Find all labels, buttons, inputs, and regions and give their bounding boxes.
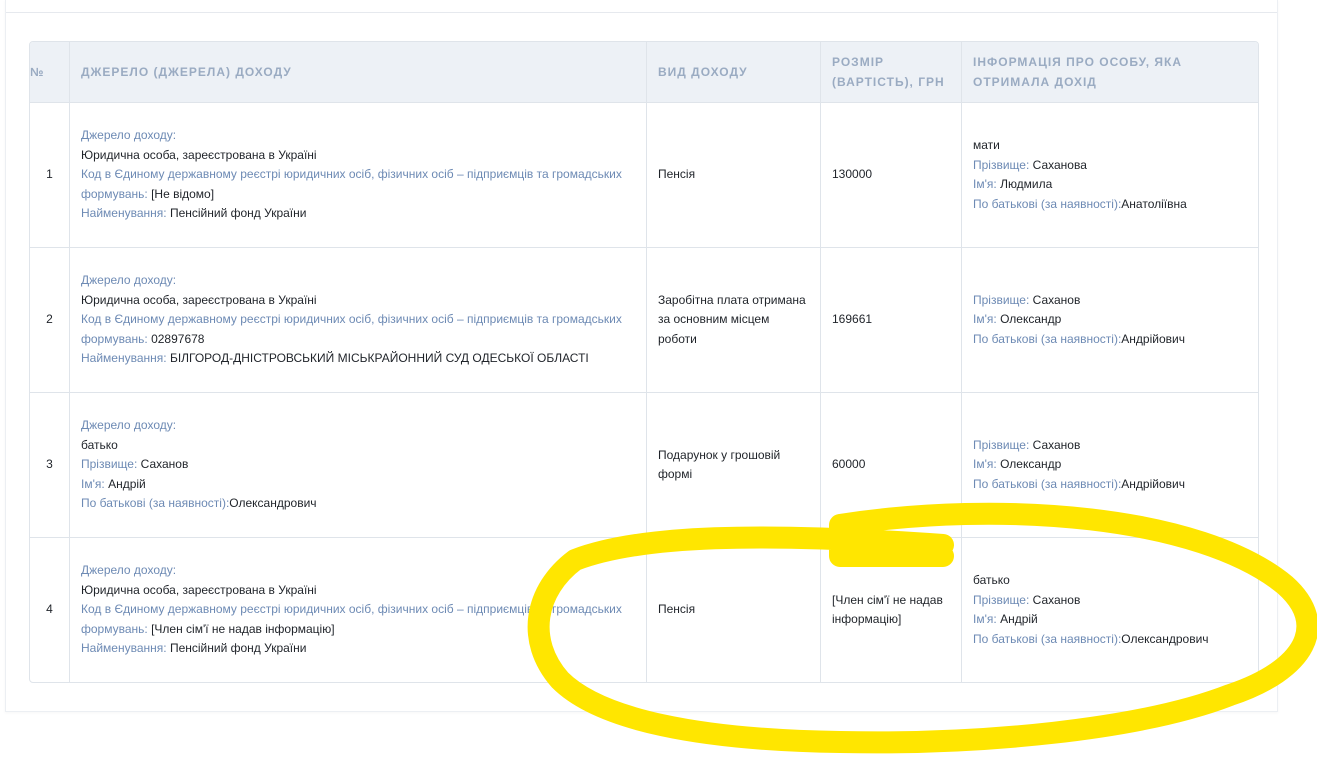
recipient-relation: батько: [973, 573, 1010, 587]
income-card: № Джерело (джерела) доходу Вид доходу Ро…: [5, 0, 1278, 712]
patronymic-value: Анатоліївна: [1121, 196, 1187, 211]
table-row: 3 Джерело доходу: батько Прізвище: Сахан…: [30, 393, 1258, 538]
patronymic-value: Андрійович: [1121, 331, 1185, 346]
recipient-relation: мати: [973, 138, 1000, 152]
surname-value: Саханов: [140, 457, 189, 472]
recipient-cell: Прізвище: Саханов Ім'я: Олександр По бат…: [962, 248, 1258, 393]
income-amount-cell: 169661: [821, 248, 962, 393]
source-label: Джерело доходу:: [81, 128, 177, 143]
table-row: 1 Джерело доходу: Юридична особа, зареєс…: [30, 103, 1258, 248]
income-type-cell: Подарунок у грошовій формі: [647, 393, 821, 538]
patronymic-label: По батькові (за наявності):: [973, 331, 1122, 346]
surname-value: Саханов: [1032, 592, 1081, 607]
patronymic-label: По батькові (за наявності):: [81, 496, 230, 511]
source-name-label: Найменування:: [81, 641, 167, 656]
income-type-cell: Пенсія: [647, 538, 821, 682]
source-kind: Юридична особа, зареєстрована в Україні: [81, 582, 317, 597]
income-amount-cell: 60000: [821, 393, 962, 538]
source-relation: батько: [81, 437, 118, 452]
first-name-label: Ім'я:: [81, 476, 105, 491]
first-name-label: Ім'я:: [973, 177, 997, 191]
first-name-label: Ім'я:: [973, 612, 997, 626]
income-table: № Джерело (джерела) доходу Вид доходу Ро…: [29, 41, 1259, 683]
income-type-cell: Заробітна плата отримана за основним міс…: [647, 248, 821, 393]
col-header-source: Джерело (джерела) доходу: [70, 42, 647, 103]
registry-code-value: [Член сім'ї не надав інформацію]: [151, 621, 335, 636]
surname-value: Саханов: [1032, 292, 1081, 307]
first-name-value: Андрій: [108, 476, 146, 491]
income-source-cell: Джерело доходу: Юридична особа, зареєстр…: [70, 538, 647, 682]
source-name-value: Пенсійний фонд України: [169, 641, 307, 656]
first-name-label: Ім'я:: [973, 312, 997, 327]
first-name-value: Людмила: [1000, 177, 1053, 191]
source-label: Джерело доходу:: [81, 273, 177, 288]
first-name-label: Ім'я:: [973, 457, 997, 472]
row-number: 2: [30, 248, 70, 393]
surname-label: Прізвище:: [973, 437, 1030, 452]
patronymic-label: По батькові (за наявності):: [973, 196, 1122, 211]
income-source-cell: Джерело доходу: батько Прізвище: Саханов…: [70, 393, 647, 538]
table-row: 4 Джерело доходу: Юридична особа, зареєс…: [30, 538, 1258, 682]
surname-label: Прізвище:: [81, 457, 138, 472]
patronymic-value: Олександрович: [229, 496, 317, 511]
table-row: 2 Джерело доходу: Юридична особа, зареєс…: [30, 248, 1258, 393]
income-amount-cell: 130000: [821, 103, 962, 248]
recipient-cell: мати Прізвище: Саханова Ім'я: Людмила По…: [962, 103, 1258, 248]
source-label: Джерело доходу:: [81, 563, 177, 578]
col-header-person: Інформація про особу, яка отримала дохід: [962, 42, 1258, 103]
source-name-value: Пенсійний фонд України: [169, 206, 307, 221]
patronymic-label: По батькові (за наявності):: [973, 631, 1122, 646]
patronymic-value: Олександрович: [1121, 631, 1209, 646]
source-name-value: БІЛГОРОД-ДНІСТРОВСЬКИЙ МІСЬКРАЙОННИЙ СУД…: [169, 351, 589, 366]
surname-label: Прізвище:: [973, 157, 1030, 172]
income-source-cell: Джерело доходу: Юридична особа, зареєстр…: [70, 103, 647, 248]
source-label: Джерело доходу:: [81, 418, 177, 433]
surname-label: Прізвище:: [973, 592, 1030, 607]
income-amount-cell: [Член сім'ї не надав інформацію]: [821, 538, 962, 682]
recipient-cell: Прізвище: Саханов Ім'я: Олександр По бат…: [962, 393, 1258, 538]
source-kind: Юридична особа, зареєстрована в Україні: [81, 292, 317, 307]
surname-value: Саханова: [1032, 157, 1087, 172]
col-header-type: Вид доходу: [647, 42, 821, 103]
row-number: 4: [30, 538, 70, 682]
income-source-cell: Джерело доходу: Юридична особа, зареєстр…: [70, 248, 647, 393]
col-header-number: №: [30, 42, 70, 103]
row-number: 1: [30, 103, 70, 248]
registry-code-value: 02897678: [151, 331, 205, 346]
first-name-value: Андрій: [1000, 612, 1038, 626]
col-header-amount: Розмір (вартість), грн: [821, 42, 962, 103]
row-number: 3: [30, 393, 70, 538]
card-divider: [6, 12, 1277, 13]
first-name-value: Олександр: [1000, 457, 1062, 472]
surname-value: Саханов: [1032, 437, 1081, 452]
registry-code-value: [Не відомо]: [151, 186, 215, 201]
table-header-row: № Джерело (джерела) доходу Вид доходу Ро…: [30, 42, 1258, 103]
source-name-label: Найменування:: [81, 206, 167, 221]
patronymic-value: Андрійович: [1121, 476, 1185, 491]
source-kind: Юридична особа, зареєстрована в Україні: [81, 147, 317, 162]
patronymic-label: По батькові (за наявності):: [973, 476, 1122, 491]
source-name-label: Найменування:: [81, 351, 167, 366]
recipient-cell: батько Прізвище: Саханов Ім'я: Андрій По…: [962, 538, 1258, 682]
income-type-cell: Пенсія: [647, 103, 821, 248]
surname-label: Прізвище:: [973, 292, 1030, 307]
first-name-value: Олександр: [1000, 312, 1062, 327]
